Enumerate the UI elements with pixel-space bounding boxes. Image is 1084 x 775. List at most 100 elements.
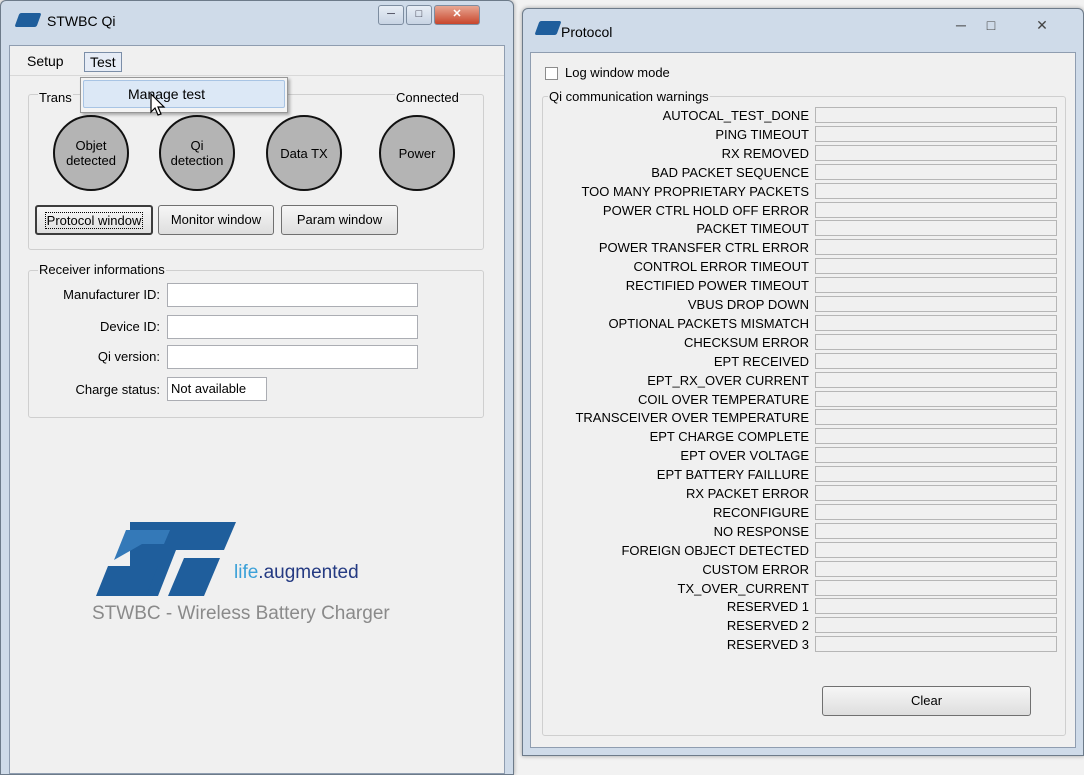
menu-test[interactable]: Test	[84, 52, 122, 72]
warning-row: EPT CHARGE COMPLETE	[531, 427, 1057, 446]
data-tx-indicator: Data TX	[266, 115, 342, 191]
close-icon[interactable]: ✕	[1029, 17, 1055, 37]
minimize-icon[interactable]: ─	[948, 17, 974, 37]
warning-label: PACKET TIMEOUT	[696, 221, 809, 237]
warning-row: EPT BATTERY FAILLURE	[531, 465, 1057, 484]
log-window-mode-label: Log window mode	[565, 65, 670, 80]
warning-label: NO RESPONSE	[713, 523, 809, 539]
monitor-window-button[interactable]: Monitor window	[158, 205, 274, 235]
protocol-titlebar[interactable]: Protocol ─ □ ✕	[523, 9, 1083, 49]
warning-row: CUSTOM ERROR	[531, 560, 1057, 579]
warning-label: CONTROL ERROR TIMEOUT	[633, 259, 809, 275]
warning-indicator	[815, 617, 1057, 634]
warning-indicator	[815, 239, 1057, 256]
warning-indicator	[815, 428, 1057, 445]
warning-row: RECTIFIED POWER TIMEOUT	[531, 276, 1057, 295]
warning-row: TX_OVER_CURRENT	[531, 579, 1057, 598]
param-window-button[interactable]: Param window	[281, 205, 398, 235]
warning-label: RESERVED 2	[726, 618, 809, 634]
st-logo	[96, 522, 236, 596]
warning-indicator	[815, 333, 1057, 350]
warning-row: PING TIMEOUT	[531, 125, 1057, 144]
warning-indicator	[815, 522, 1057, 539]
life-text: life	[234, 562, 259, 583]
warning-label: OPTIONAL PACKETS MISMATCH	[608, 315, 809, 331]
warning-indicator	[815, 541, 1057, 558]
warning-indicator	[815, 314, 1057, 331]
warning-indicator	[815, 125, 1057, 142]
warning-indicator	[815, 277, 1057, 294]
minimize-icon[interactable]: ─	[378, 5, 404, 25]
warning-indicator	[815, 560, 1057, 577]
st-app-icon	[534, 21, 562, 35]
warning-indicator	[815, 390, 1057, 407]
warning-label: RX REMOVED	[721, 145, 809, 161]
connection-status: Connected	[395, 90, 460, 105]
warning-row: CONTROL ERROR TIMEOUT	[531, 257, 1057, 276]
qi-version-label: Qi version:	[97, 349, 160, 364]
warning-label: COIL OVER TEMPERATURE	[638, 391, 809, 407]
warning-row: POWER CTRL HOLD OFF ERROR	[531, 201, 1057, 220]
warning-row: BAD PACKET SEQUENCE	[531, 163, 1057, 182]
maximize-icon[interactable]: □	[978, 17, 1004, 37]
warning-label: BAD PACKET SEQUENCE	[651, 164, 809, 180]
warning-indicator	[815, 107, 1057, 123]
warning-label: RESERVED 1	[726, 599, 809, 615]
st-app-icon	[14, 13, 42, 27]
warning-row: RESERVED 2	[531, 616, 1057, 635]
protocol-window: Protocol ─ □ ✕ Log window mode Qi commun…	[522, 8, 1084, 756]
warning-indicator	[815, 579, 1057, 596]
protocol-window-title: Protocol	[561, 24, 613, 40]
charge-status-label: Charge status:	[75, 382, 160, 397]
warning-indicator	[815, 636, 1057, 653]
warning-row: AUTOCAL_TEST_DONE	[531, 106, 1057, 125]
warning-label: EPT_RX_OVER CURRENT	[647, 372, 809, 388]
log-window-mode-checkbox[interactable]	[545, 67, 558, 80]
test-menu-popup: Manage test	[80, 77, 288, 113]
warning-label: EPT OVER VOLTAGE	[680, 448, 809, 464]
warning-row: EPT_RX_OVER CURRENT	[531, 371, 1057, 390]
warning-label: POWER CTRL HOLD OFF ERROR	[602, 202, 809, 218]
transmitter-legend: Trans	[38, 90, 73, 105]
device-id-label: Device ID:	[100, 319, 160, 334]
warning-row: TRANSCEIVER OVER TEMPERATURE	[531, 408, 1057, 427]
object-detected-indicator: Objet detected	[53, 115, 129, 191]
warning-label: RESERVED 3	[726, 637, 809, 653]
warning-label: EPT CHARGE COMPLETE	[649, 429, 809, 445]
qi-detection-indicator: Qi detection	[159, 115, 235, 191]
main-titlebar[interactable]: STWBC Qi ─ □ ✕	[1, 1, 513, 41]
clear-button[interactable]: Clear	[822, 686, 1031, 716]
warning-indicator	[815, 296, 1057, 312]
warning-indicator	[815, 352, 1057, 369]
warning-indicator	[815, 371, 1057, 388]
warning-label: RECTIFIED POWER TIMEOUT	[625, 278, 809, 294]
menu-item-manage-test[interactable]: Manage test	[83, 80, 285, 108]
close-icon[interactable]: ✕	[434, 5, 480, 25]
warning-indicator	[815, 163, 1057, 180]
mouse-cursor-icon	[150, 93, 166, 116]
warning-label: RX PACKET ERROR	[685, 486, 809, 501]
warning-indicator	[815, 447, 1057, 464]
warning-indicator	[815, 258, 1057, 275]
warning-indicator	[815, 409, 1057, 426]
warning-label: PING TIMEOUT	[715, 126, 809, 142]
qi-version-field[interactable]	[167, 345, 418, 369]
stwbc-main-window: STWBC Qi ─ □ ✕ Setup Test Manage test Tr…	[0, 0, 514, 775]
main-client-area: Setup Test Manage test Trans Connected O…	[9, 45, 505, 774]
charge-status-field: Not available	[167, 377, 267, 401]
protocol-window-button[interactable]: Protocol window	[35, 205, 153, 235]
main-window-title: STWBC Qi	[47, 13, 116, 29]
warning-indicator	[815, 220, 1057, 237]
menu-bar: Setup Test	[10, 46, 504, 76]
warning-row: COIL OVER TEMPERATURE	[531, 390, 1057, 409]
device-id-field[interactable]	[167, 315, 418, 339]
warning-label: EPT BATTERY FAILLURE	[656, 467, 809, 483]
warning-row: RECONFIGURE	[531, 503, 1057, 522]
manufacturer-id-field[interactable]	[167, 283, 418, 307]
warning-indicator	[815, 485, 1057, 501]
warning-indicator	[815, 182, 1057, 199]
warning-label: FOREIGN OBJECT DETECTED	[621, 542, 809, 558]
maximize-icon[interactable]: □	[406, 5, 432, 25]
protocol-client-area: Log window mode Qi communication warning…	[530, 52, 1076, 748]
menu-setup[interactable]: Setup	[22, 52, 69, 70]
